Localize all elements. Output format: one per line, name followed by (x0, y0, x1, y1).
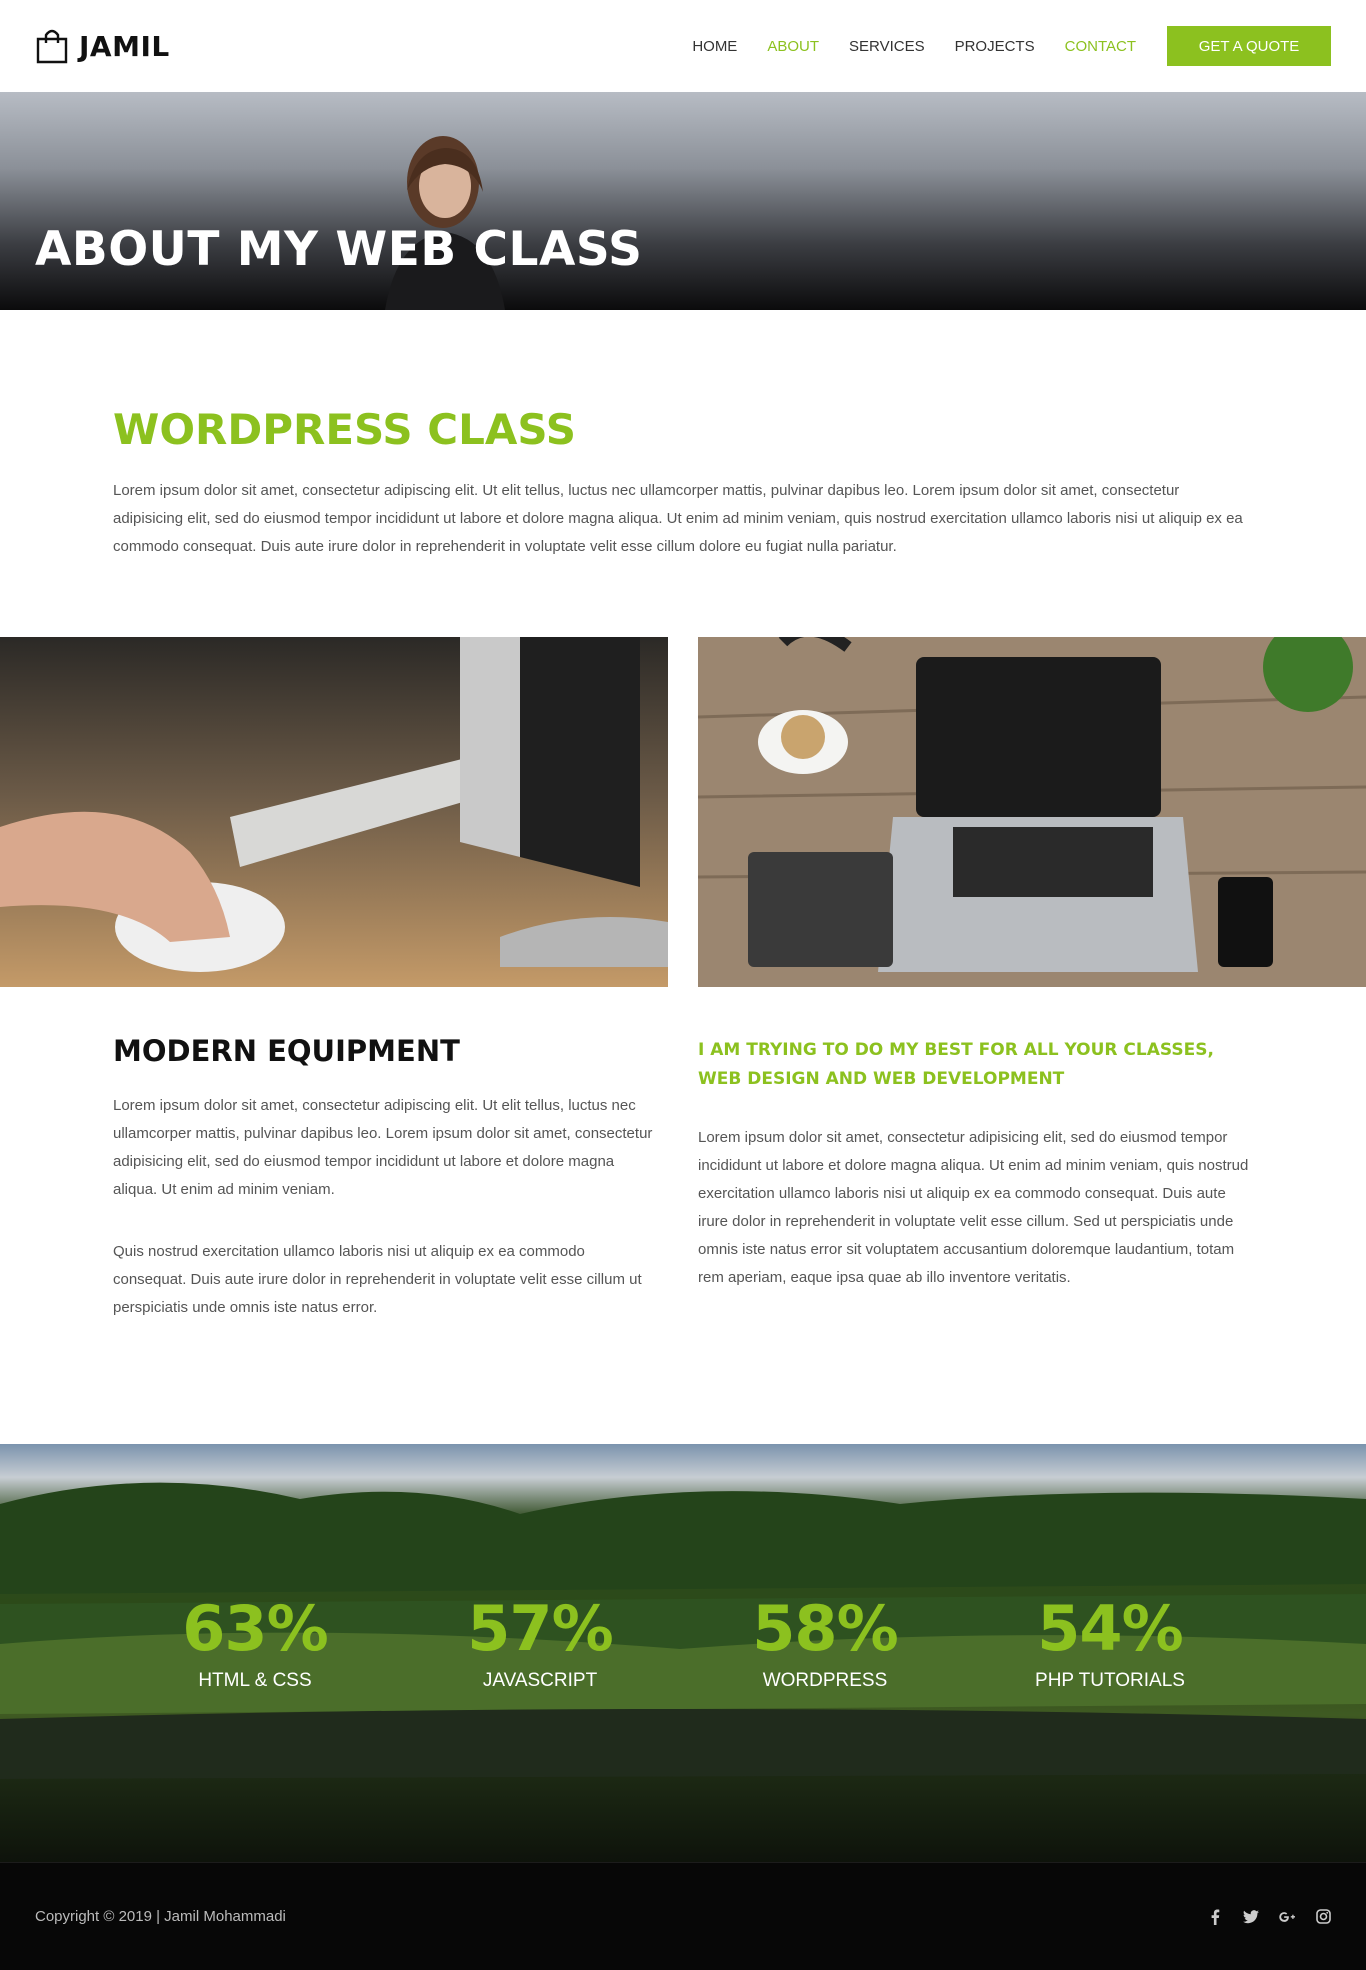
stat-label: JAVASCRIPT (482, 1670, 598, 1691)
copyright-text: Copyright © 2019 | Jamil Mohammadi (35, 1908, 286, 1925)
classes-heading: I AM TRYING TO DO MY BEST FOR ALL YOUR C… (698, 1040, 1214, 1089)
facebook-icon[interactable] (1207, 1909, 1223, 1925)
modern-equipment-heading: MODERN EQUIPMENT (113, 1034, 460, 1068)
stat-label: WORDPRESS (762, 1670, 888, 1691)
stat-html-css: 63% HTML & CSS (135, 1594, 375, 1692)
intro-text: Lorem ipsum dolor sit amet, consectetur … (113, 482, 1243, 555)
modern-equipment-text-2: Quis nostrud exercitation ullamco labori… (113, 1243, 642, 1316)
logo-text: JAMIL (79, 29, 170, 63)
hero-person-image (385, 136, 505, 310)
nav-home[interactable]: HOME (692, 38, 737, 55)
google-plus-icon[interactable] (1279, 1909, 1295, 1925)
nav-projects[interactable]: PROJECTS (955, 38, 1035, 55)
laptop-workspace-image (698, 637, 1366, 987)
classes-text: Lorem ipsum dolor sit amet, consectetur … (698, 1129, 1249, 1286)
shopping-bag-icon (36, 29, 68, 64)
nav-about[interactable]: ABOUT (767, 38, 819, 55)
get-a-quote-button[interactable]: GET A QUOTE (1167, 26, 1331, 66)
site-footer: Copyright © 2019 | Jamil Mohammadi (0, 1862, 1366, 1970)
stat-javascript: 57% JAVASCRIPT (420, 1594, 660, 1692)
twitter-icon[interactable] (1243, 1909, 1259, 1925)
nav-services[interactable]: SERVICES (849, 38, 925, 55)
stat-value: 54% (1037, 1592, 1183, 1665)
stat-value: 63% (182, 1592, 328, 1665)
page-title: ABOUT MY WEB CLASS (35, 222, 643, 277)
hero-banner: ABOUT MY WEB CLASS (0, 92, 1366, 310)
main-nav: HOME ABOUT SERVICES PROJECTS CONTACT GET… (662, 26, 1331, 66)
stat-label: PHP TUTORIALS (1035, 1670, 1185, 1691)
site-logo[interactable]: JAMIL (35, 28, 170, 64)
social-links (1207, 1909, 1331, 1925)
modern-equipment-text-1: Lorem ipsum dolor sit amet, consectetur … (113, 1097, 653, 1198)
desk-mouse-image (0, 637, 668, 987)
skills-stats-section: 63% HTML & CSS 57% JAVASCRIPT 58% WORDPR… (0, 1444, 1366, 1862)
stat-value: 58% (752, 1592, 898, 1665)
site-header: JAMIL HOME ABOUT SERVICES PROJECTS CONTA… (0, 0, 1366, 92)
stat-label: HTML & CSS (198, 1670, 312, 1691)
stat-wordpress: 58% WORDPRESS (705, 1594, 945, 1692)
stat-php-tutorials: 54% PHP TUTORIALS (990, 1594, 1230, 1692)
wordpress-class-heading: WORDPRESS CLASS (113, 405, 576, 454)
nav-contact[interactable]: CONTACT (1065, 38, 1136, 55)
stat-value: 57% (467, 1592, 613, 1665)
instagram-icon[interactable] (1315, 1909, 1331, 1925)
